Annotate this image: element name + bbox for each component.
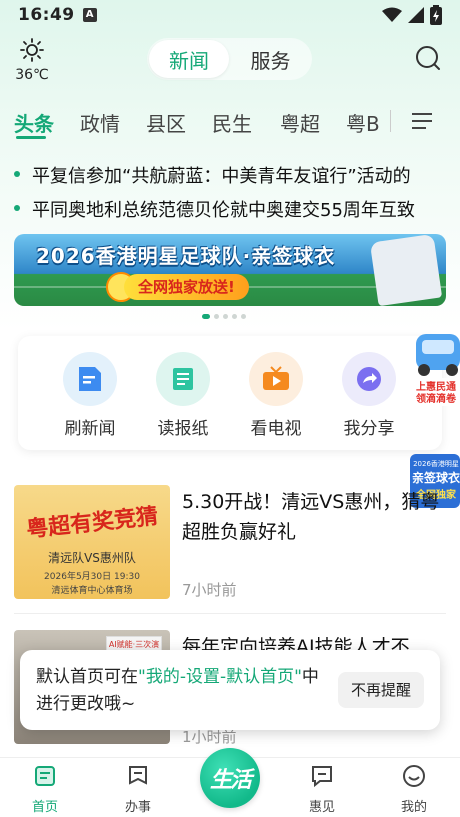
quick-actions-card: 刷新闻 读报纸 看电视 我分享 bbox=[18, 336, 442, 450]
battery-icon bbox=[430, 5, 442, 25]
quick-action-news[interactable]: 刷新闻 bbox=[50, 352, 130, 439]
weather-widget[interactable]: 36℃ bbox=[14, 38, 50, 83]
channel-tabs: 头条 政情 县区 民生 粤超 粤B bbox=[0, 100, 460, 140]
dismiss-reminder-button[interactable]: 不再提醒 bbox=[338, 672, 424, 708]
quick-action-share[interactable]: 我分享 bbox=[329, 352, 409, 439]
news-thumbnail: 粤超有奖竞猜 清远队VS惠州队 2026年5月30日 19:30 清远体育中心体… bbox=[14, 485, 170, 599]
thumb-venue: 清远体育中心体育场 bbox=[51, 586, 133, 596]
tab-mine[interactable]: 我的 bbox=[379, 764, 449, 815]
floating-ad-car[interactable]: 上惠民通 领滴滴卷 bbox=[410, 330, 460, 410]
ad1-text: 上惠民通 bbox=[416, 380, 456, 393]
sun-icon bbox=[20, 38, 44, 62]
news-item[interactable]: 粤超有奖竞猜 清远队VS惠州队 2026年5月30日 19:30 清远体育中心体… bbox=[14, 485, 446, 605]
page-dot bbox=[214, 314, 219, 319]
quick-action-label: 读报纸 bbox=[157, 419, 209, 439]
ticker-item[interactable]: 平同奥地利总统范德贝伦就中奥建交55周年互致 bbox=[0, 194, 460, 222]
banner-cta: 全网独家放送! bbox=[124, 274, 249, 300]
promo-banner[interactable]: 2026香港明星足球队·亲签球衣 全网独家放送! bbox=[14, 234, 446, 306]
ad1-text2: 领滴滴卷 bbox=[416, 392, 457, 405]
tab-life-button[interactable]: 生活 bbox=[200, 748, 260, 808]
banner-title: 2026香港明星足球队·亲签球衣 bbox=[36, 244, 336, 268]
channel-yueb[interactable]: 粤B bbox=[346, 108, 380, 137]
newspaper-icon bbox=[156, 352, 210, 406]
quick-action-label: 看电视 bbox=[250, 419, 302, 439]
wifi-icon bbox=[382, 7, 402, 22]
ad2-text2: 亲签球衣 bbox=[412, 470, 460, 485]
status-time: 16:49 bbox=[18, 5, 75, 25]
tab-benefits[interactable]: 惠见 bbox=[287, 764, 357, 815]
news-doc-icon bbox=[63, 352, 117, 406]
channel-menu-icon[interactable] bbox=[412, 112, 432, 130]
share-icon bbox=[342, 352, 396, 406]
channel-yuechao[interactable]: 粤超 bbox=[280, 108, 320, 137]
status-bar: 16:49 A bbox=[0, 0, 460, 30]
default-home-toast: 默认首页可在"我的-设置-默认首页"中进行更改哦~ 不再提醒 bbox=[20, 650, 440, 730]
smile-icon bbox=[403, 765, 425, 787]
toast-highlight: "我的-设置-默认首页" bbox=[138, 667, 302, 687]
quick-action-newspaper[interactable]: 读报纸 bbox=[143, 352, 223, 439]
jersey-icon bbox=[369, 234, 443, 306]
channel-headlines[interactable]: 头条 bbox=[14, 108, 54, 137]
tv-icon bbox=[249, 352, 303, 406]
bullet-dot-icon bbox=[14, 205, 20, 211]
tab-news[interactable]: 新闻 bbox=[149, 40, 229, 78]
weather-temp: 36℃ bbox=[15, 67, 49, 83]
ticker-text: 平同奥地利总统范德贝伦就中奥建交55周年互致 bbox=[32, 200, 415, 221]
tab-service[interactable]: 服务 bbox=[229, 45, 312, 74]
status-icons bbox=[382, 5, 442, 25]
quick-action-tv[interactable]: 看电视 bbox=[236, 352, 316, 439]
tab-label: 惠见 bbox=[308, 800, 335, 815]
ticker-item[interactable]: 平复信参加“共航蔚蓝：中美青年友谊行”活动的 bbox=[0, 160, 460, 188]
news-time: 7小时前 bbox=[182, 581, 237, 599]
ad2-text: 2026香港明星 bbox=[413, 459, 459, 468]
toast-text-prefix: 默认首页可在 bbox=[36, 667, 138, 687]
channel-livelihood[interactable]: 民生 bbox=[212, 108, 252, 137]
signal-icon bbox=[408, 7, 424, 23]
active-channel-indicator bbox=[16, 136, 46, 139]
home-icon bbox=[35, 766, 55, 786]
sim-badge-icon: A bbox=[82, 8, 97, 22]
page-dot bbox=[241, 314, 246, 319]
channel-counties[interactable]: 县区 bbox=[146, 108, 186, 137]
page-dot-active bbox=[202, 314, 210, 319]
top-tab-switch: 新闻 服务 bbox=[147, 38, 312, 80]
bookmark-icon bbox=[129, 766, 147, 785]
page-dot bbox=[223, 314, 228, 319]
ticker-text: 平复信参加“共航蔚蓝：中美青年友谊行”活动的 bbox=[32, 166, 411, 187]
search-icon[interactable] bbox=[414, 44, 442, 72]
news-title: 5.30开战！清远VS惠州，猜粤超胜负赢好礼 bbox=[182, 491, 440, 543]
chat-icon bbox=[312, 766, 332, 788]
thumb-date: 2026年5月30日 19:30 bbox=[44, 572, 140, 582]
toast-message: 默认首页可在"我的-设置-默认首页"中进行更改哦~ bbox=[36, 664, 326, 718]
news-divider bbox=[14, 613, 446, 614]
tab-label: 首页 bbox=[31, 800, 58, 815]
tab-label: 办事 bbox=[124, 800, 151, 815]
tab-label: 我的 bbox=[400, 800, 427, 815]
thumb-headline: 粤超有奖竞猜 bbox=[25, 504, 160, 543]
channel-divider bbox=[390, 110, 391, 132]
channel-politics[interactable]: 政情 bbox=[80, 108, 120, 137]
tab-affairs[interactable]: 办事 bbox=[103, 764, 173, 815]
quick-action-label: 刷新闻 bbox=[64, 419, 116, 439]
page-dot bbox=[232, 314, 237, 319]
life-logo-icon: 生活 bbox=[209, 768, 252, 793]
quick-action-label: 我分享 bbox=[343, 419, 395, 439]
tab-home[interactable]: 首页 bbox=[10, 764, 80, 815]
bullet-dot-icon bbox=[14, 171, 20, 177]
thumb-teams: 清远队VS惠州队 bbox=[48, 551, 136, 565]
banner-pagination bbox=[202, 314, 246, 319]
